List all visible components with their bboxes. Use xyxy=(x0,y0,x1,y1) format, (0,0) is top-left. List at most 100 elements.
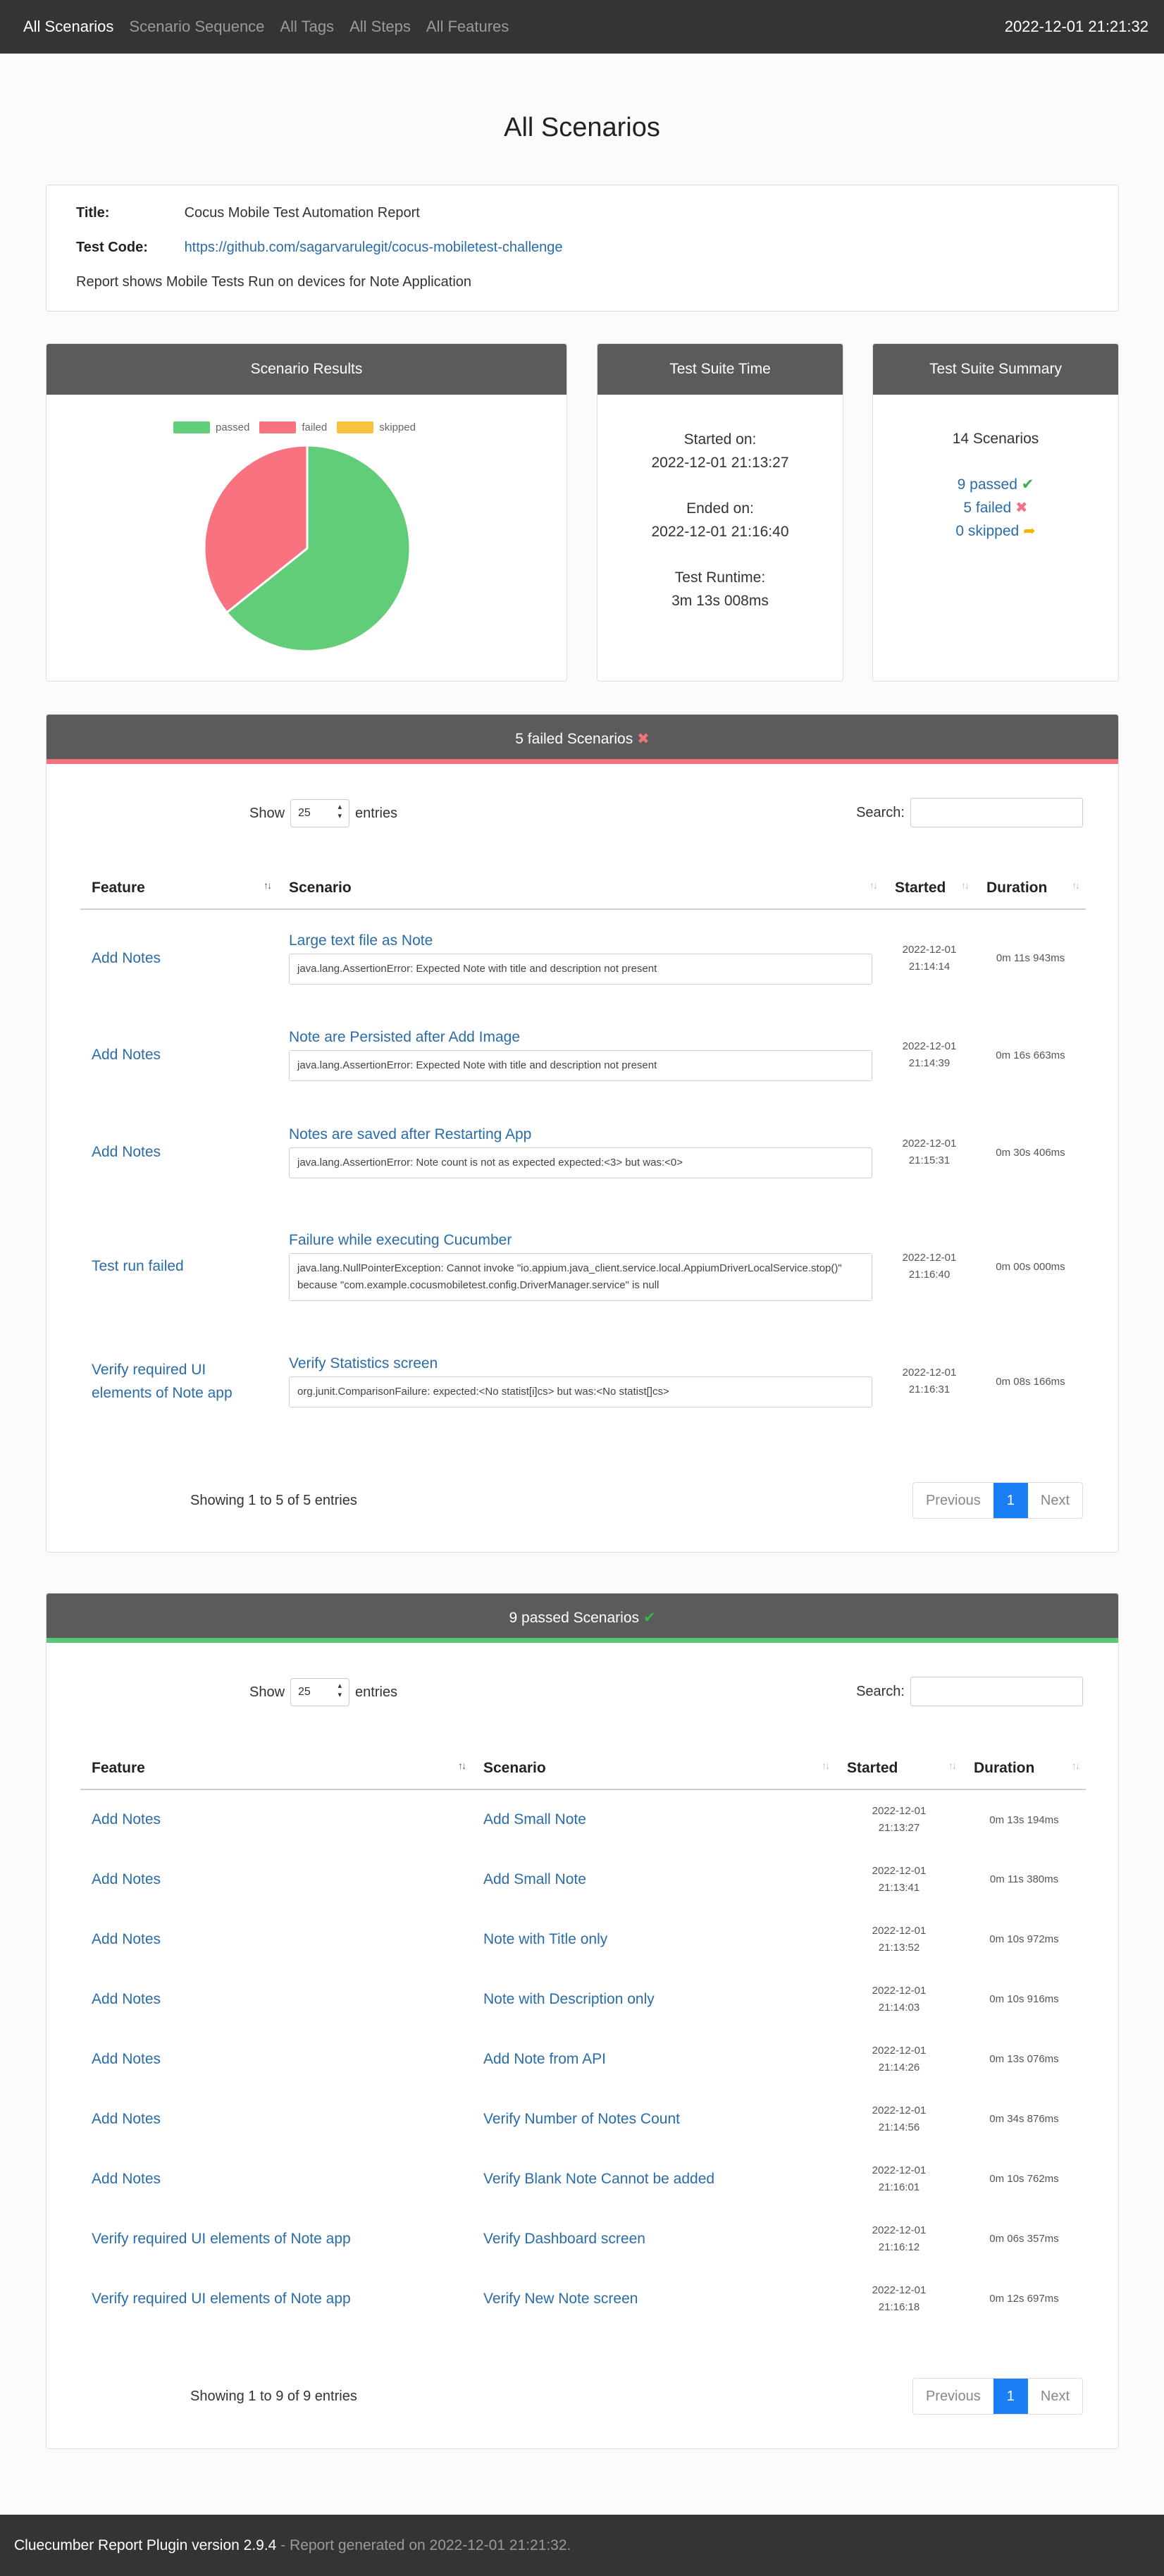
feature-link[interactable]: Add Notes xyxy=(80,2149,472,2209)
scenario-link[interactable]: Notes are saved after Restarting App xyxy=(289,1126,872,1143)
check-icon: ✔ xyxy=(1021,476,1034,493)
feature-link[interactable]: Add Notes xyxy=(80,1969,472,2029)
scenario-link[interactable]: Large text file as Note xyxy=(289,932,872,949)
scenario-link[interactable]: Note are Persisted after Add Image xyxy=(289,1029,872,1046)
test-code-link[interactable]: https://github.com/sagarvarulegit/cocus-… xyxy=(185,240,563,255)
results-pie-chart xyxy=(203,444,411,653)
failed-table-info: Showing 1 to 5 of 5 entries xyxy=(190,1493,357,1508)
started-value: 2022-12-01 21:13:27 xyxy=(651,455,789,471)
started-cell: 2022-12-01 21:14:03 xyxy=(872,1984,927,2014)
column-duration[interactable]: Duration ↑↓ xyxy=(975,867,1086,910)
scenario-link[interactable]: Add Note from API xyxy=(472,2029,836,2089)
page-1-button[interactable]: 1 xyxy=(993,2379,1028,2414)
feature-link[interactable]: Add Notes xyxy=(80,2029,472,2089)
table-row: Verify required UI elements of Note app V… xyxy=(80,2209,1086,2269)
feature-link[interactable]: Add Notes xyxy=(80,1789,472,1849)
table-row: Add Notes Large text file as Note java.la… xyxy=(80,909,1086,1006)
entries-select[interactable]: 25 xyxy=(290,799,350,827)
column-started[interactable]: Started ↑↓ xyxy=(836,1747,962,1790)
passed-count-row[interactable]: 9 passed ✔ xyxy=(873,473,1118,496)
legend-passed[interactable]: passed xyxy=(173,421,249,433)
scenario-link[interactable]: Verify Blank Note Cannot be added xyxy=(472,2149,836,2209)
title-row: Title: Cocus Mobile Test Automation Repo… xyxy=(76,205,420,221)
sort-asc-icon: ↑↓ xyxy=(264,880,272,891)
previous-button[interactable]: Previous xyxy=(913,1483,993,1518)
show-label: Show xyxy=(249,1684,285,1700)
sort-icon: ↑↓ xyxy=(948,1760,957,1771)
scenario-total: 14 Scenarios xyxy=(952,431,1039,447)
search-input[interactable] xyxy=(910,798,1083,827)
duration-cell: 0m 00s 000ms xyxy=(996,1260,1065,1273)
previous-button[interactable]: Previous xyxy=(913,2379,993,2414)
column-scenario[interactable]: Scenario ↑↓ xyxy=(278,867,884,910)
legend-failed[interactable]: failed xyxy=(259,421,327,433)
scenario-link[interactable]: Verify Number of Notes Count xyxy=(472,2089,836,2149)
nav-all-steps[interactable]: All Steps xyxy=(349,18,411,36)
page-title: All Scenarios xyxy=(504,113,660,142)
feature-link[interactable]: Add Notes xyxy=(92,1144,161,1160)
scenario-link[interactable]: Add Small Note xyxy=(472,1849,836,1909)
feature-link[interactable]: Verify required UI elements of Note app xyxy=(80,2209,472,2269)
started-label: Started on: xyxy=(683,431,757,448)
legend-skipped[interactable]: skipped xyxy=(337,421,416,433)
failed-section-title: 5 failed Scenarios xyxy=(515,731,633,747)
column-started[interactable]: Started ↑↓ xyxy=(884,867,975,910)
skipped-count-row[interactable]: 0 skipped ➦ xyxy=(873,519,1118,543)
nav-menu: All Scenarios Scenario Sequence All Tags… xyxy=(23,0,509,54)
scenario-link[interactable]: Verify New Note screen xyxy=(472,2269,836,2329)
runtime-label: Test Runtime: xyxy=(674,569,766,586)
nav-all-tags[interactable]: All Tags xyxy=(280,18,334,36)
failed-count[interactable]: 5 failed xyxy=(963,500,1011,516)
next-button[interactable]: Next xyxy=(1028,2379,1082,2414)
search-input[interactable] xyxy=(910,1677,1083,1706)
started-cell: 2022-12-01 21:13:27 xyxy=(872,1805,927,1834)
scenario-link[interactable]: Verify Dashboard screen xyxy=(472,2209,836,2269)
scenario-link[interactable]: Verify Statistics screen xyxy=(289,1355,872,1372)
feature-link[interactable]: Verify required UI elements of Note app xyxy=(92,1358,254,1405)
column-duration[interactable]: Duration ↑↓ xyxy=(962,1747,1086,1790)
duration-cell: 0m 10s 762ms xyxy=(989,2173,1059,2185)
report-datetime: 2022-12-01 21:21:32 xyxy=(1004,18,1148,35)
started-cell: 2022-12-01 21:15:31 xyxy=(902,1138,957,1166)
entries-select[interactable]: 25 xyxy=(290,1678,350,1706)
failed-scenarios-table: Feature ↑↓ Scenario ↑↓ Started ↑↓ Duration ↑… xyxy=(80,867,1086,1431)
column-feature[interactable]: Feature ↑↓ xyxy=(80,867,278,910)
duration-cell: 0m 11s 380ms xyxy=(989,1873,1059,1885)
scenario-results-header: Scenario Results xyxy=(47,344,566,395)
test-code-row: Test Code: https://github.com/sagarvarul… xyxy=(76,240,563,256)
started-cell: 2022-12-01 21:14:39 xyxy=(902,1040,957,1069)
scenario-link[interactable]: Note with Description only xyxy=(472,1969,836,2029)
top-navbar: All Scenarios Scenario Sequence All Tags… xyxy=(0,0,1164,54)
scenario-link[interactable]: Note with Title only xyxy=(472,1909,836,1969)
page-1-button[interactable]: 1 xyxy=(993,1483,1028,1518)
started-cell: 2022-12-01 21:13:52 xyxy=(872,1924,927,1954)
table-row: Add Notes Note with Title only 2022-12-01 2… xyxy=(80,1909,1086,1969)
nav-scenario-sequence[interactable]: Scenario Sequence xyxy=(129,18,264,36)
feature-link[interactable]: Verify required UI elements of Note app xyxy=(80,2269,472,2329)
duration-cell: 0m 08s 166ms xyxy=(996,1375,1065,1388)
nav-all-features[interactable]: All Features xyxy=(426,18,509,36)
report-info-card: Title: Cocus Mobile Test Automation Repo… xyxy=(46,185,1119,312)
footer: Cluecumber Report Plugin version 2.9.4 -… xyxy=(0,2515,1164,2576)
feature-link[interactable]: Add Notes xyxy=(80,1909,472,1969)
column-scenario[interactable]: Scenario ↑↓ xyxy=(472,1747,836,1790)
report-description: Report shows Mobile Tests Run on devices… xyxy=(76,274,472,290)
feature-link[interactable]: Add Notes xyxy=(80,1849,472,1909)
scenario-link[interactable]: Add Small Note xyxy=(472,1789,836,1849)
error-message: java.lang.AssertionError: Note count is … xyxy=(289,1147,872,1178)
next-button[interactable]: Next xyxy=(1028,1483,1082,1518)
passed-count[interactable]: 9 passed xyxy=(958,476,1017,493)
test-code-label: Test Code: xyxy=(76,240,148,255)
column-feature[interactable]: Feature ↑↓ xyxy=(80,1747,472,1790)
cross-icon: ✖ xyxy=(637,731,650,747)
feature-link[interactable]: Add Notes xyxy=(92,950,161,966)
table-row: Verify required UI elements of Note app V… xyxy=(80,2269,1086,2329)
scenario-link[interactable]: Failure while executing Cucumber xyxy=(289,1232,872,1249)
feature-link[interactable]: Test run failed xyxy=(92,1258,184,1274)
feature-link[interactable]: Add Notes xyxy=(92,1047,161,1063)
nav-all-scenarios[interactable]: All Scenarios xyxy=(23,18,113,36)
skipped-count[interactable]: 0 skipped xyxy=(955,523,1019,539)
feature-link[interactable]: Add Notes xyxy=(80,2089,472,2149)
plugin-link[interactable]: Cluecumber Report Plugin version 2.9.4 xyxy=(14,2537,276,2553)
failed-count-row[interactable]: 5 failed ✖ xyxy=(873,496,1118,519)
